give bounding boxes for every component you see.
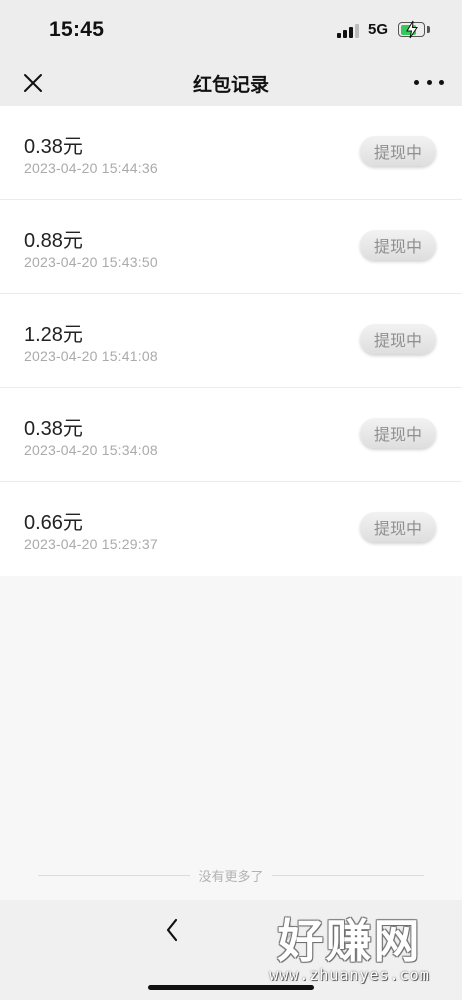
withdraw-status-button[interactable]: 提现中 — [360, 418, 436, 448]
page-title: 红包记录 — [192, 75, 269, 96]
record-time: 2023-04-20 15:29:37 — [24, 536, 158, 552]
list-end-marker: 没有更多了 — [0, 864, 462, 886]
record-time: 2023-04-20 15:41:08 — [24, 348, 158, 364]
withdraw-status-button[interactable]: 提现中 — [360, 512, 436, 542]
nav-bar: 红包记录 — [0, 58, 462, 106]
list-end-text: 没有更多了 — [198, 869, 264, 885]
withdraw-status-button[interactable]: 提现中 — [360, 136, 436, 166]
record-amount: 0.66元 — [24, 512, 83, 534]
more-icon — [414, 79, 419, 85]
record-time: 2023-04-20 15:34:08 — [24, 442, 158, 458]
record-time: 2023-04-20 15:43:50 — [24, 254, 158, 270]
watermark-logo: 好赚网 www.zhuanyes.com — [252, 915, 447, 990]
record-amount: 0.88元 — [24, 230, 83, 252]
record-amount: 0.38元 — [24, 418, 83, 440]
list-item[interactable]: 1.28元 2023-04-20 15:41:08 提现中 — [0, 294, 462, 388]
record-list: 0.38元 2023-04-20 15:44:36 提现中 0.88元 2023… — [0, 106, 462, 576]
home-indicator[interactable] — [148, 985, 314, 990]
more-button[interactable] — [414, 72, 444, 92]
divider — [271, 874, 424, 876]
status-bar: 15:45 5G — [0, 0, 462, 58]
watermark-logo-text: 好赚网 — [277, 914, 422, 968]
record-time: 2023-04-20 15:44:36 — [24, 160, 158, 176]
record-amount: 0.38元 — [24, 136, 83, 158]
battery-cap — [427, 26, 430, 33]
list-item[interactable]: 0.88元 2023-04-20 15:43:50 提现中 — [0, 200, 462, 294]
withdraw-status-button[interactable]: 提现中 — [360, 230, 436, 260]
list-item[interactable]: 0.38元 2023-04-20 15:34:08 提现中 — [0, 388, 462, 482]
withdraw-status-button[interactable]: 提现中 — [360, 324, 436, 354]
charging-bolt-icon — [406, 20, 418, 39]
back-button[interactable] — [158, 916, 186, 944]
list-item[interactable]: 0.66元 2023-04-20 15:29:37 提现中 — [0, 482, 462, 576]
watermark-url: www.zhuanyes.com — [269, 966, 430, 984]
divider — [38, 874, 191, 876]
record-amount: 1.28元 — [24, 324, 83, 346]
signal-icon — [337, 24, 359, 38]
network-label: 5G — [368, 21, 389, 38]
status-time: 15:45 — [49, 18, 105, 41]
chevron-left-icon — [166, 918, 178, 942]
list-item[interactable]: 0.38元 2023-04-20 15:44:36 提现中 — [0, 106, 462, 200]
